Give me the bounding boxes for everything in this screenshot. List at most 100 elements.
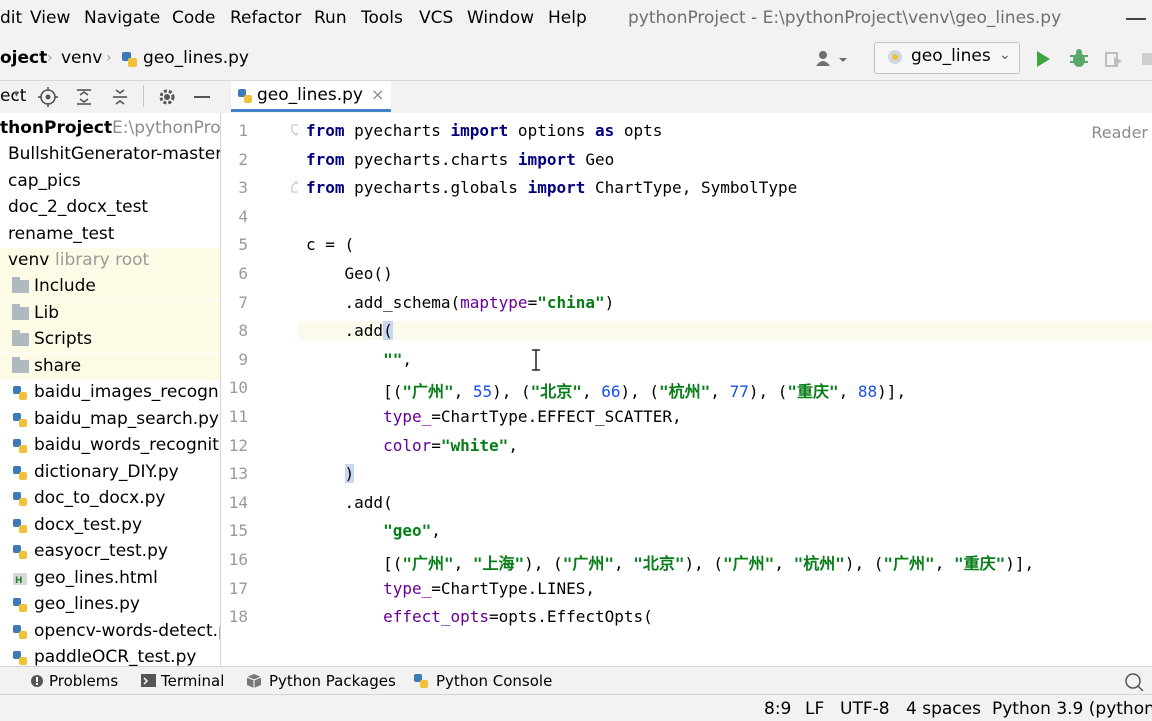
menu-refactor[interactable]: Refactor (230, 8, 301, 28)
python-file-icon (13, 386, 27, 400)
terminal-icon (141, 674, 156, 687)
close-icon[interactable]: × (371, 85, 384, 104)
breadcrumb-file[interactable]: geo_lines.py (143, 48, 249, 68)
code-line: "", (306, 350, 412, 369)
menu-window[interactable]: Window (467, 8, 534, 28)
tree-item-file[interactable]: docx_test.py (0, 513, 220, 539)
tree-item-folder[interactable]: Include (0, 274, 220, 300)
line-number: 12 (228, 435, 248, 455)
line-separator[interactable]: LF (805, 699, 824, 719)
menu-code[interactable]: Code (172, 8, 216, 28)
tree-item-file[interactable]: easyocr_test.py (0, 539, 220, 565)
line-number: 3 (238, 178, 248, 198)
code-token: )], (877, 382, 907, 402)
tree-item-file[interactable]: baidu_images_recognit (0, 380, 220, 406)
code-token: , (453, 382, 473, 402)
line-number: 8 (238, 321, 248, 341)
tree-item-file[interactable]: baidu_map_search.py (0, 407, 220, 433)
tree-item-file[interactable]: baidu_words_recognitic (0, 433, 220, 459)
code-token: type_ (383, 407, 432, 426)
locate-icon[interactable] (38, 87, 58, 107)
folder-icon (12, 357, 29, 373)
event-log-icon[interactable] (1124, 673, 1144, 691)
python-file-icon (13, 519, 27, 533)
menu-run[interactable]: Run (314, 8, 347, 28)
tree-item-file[interactable]: geo_lines.py (0, 592, 220, 618)
tree-item-file[interactable]: opencv-words-detect.p (0, 619, 220, 645)
tree-item-folder[interactable]: BullshitGenerator-master (0, 142, 220, 168)
tree-item-file[interactable]: dictionary_DIY.py (0, 460, 220, 486)
stop-icon[interactable] (1140, 51, 1152, 67)
code-token: from (306, 121, 345, 140)
hide-panel-icon[interactable] (194, 96, 210, 98)
debug-icon[interactable] (1068, 47, 1090, 69)
caret-position[interactable]: 8:9 (764, 699, 791, 719)
collapse-all-icon[interactable] (110, 87, 130, 107)
tree-item-folder[interactable]: Lib (0, 301, 220, 327)
run-configuration-selector[interactable]: geo_lines ⌄ (874, 42, 1020, 74)
menu-navigate[interactable]: Navigate (84, 8, 160, 28)
reader-mode-button[interactable]: Reader (1091, 123, 1148, 142)
code-token: ( (383, 321, 393, 341)
tree-item-file[interactable]: paddleOCR_test.py (0, 645, 220, 666)
tree-item-folder[interactable]: Scripts (0, 327, 220, 353)
code-token: [( (306, 382, 403, 402)
tree-item-project-root[interactable]: thonProject E:\pythonProj (0, 116, 220, 142)
expand-all-icon[interactable] (74, 87, 94, 107)
run-icon[interactable] (1034, 49, 1052, 69)
tree-item-label: doc_2_docx_test (8, 197, 149, 217)
tab-problems[interactable]: Problems (49, 672, 118, 690)
code-token: , (402, 349, 412, 369)
minimize-icon[interactable] (1126, 18, 1146, 20)
code-line: effect_opts=opts.EffectOpts( (306, 607, 653, 626)
user-icon[interactable] (815, 50, 851, 68)
python-file-icon (13, 466, 27, 480)
tree-item-folder[interactable]: cap_pics (0, 169, 220, 195)
code-token: pyecharts (344, 121, 451, 140)
tree-item-folder[interactable]: rename_test (0, 222, 220, 248)
tree-item-folder[interactable]: doc_2_docx_test (0, 195, 220, 221)
tree-item-folder[interactable]: share (0, 354, 220, 380)
tab-terminal[interactable]: Terminal (161, 672, 224, 690)
code-token: from (306, 149, 345, 169)
html-file-icon: H (13, 573, 27, 586)
menu-view[interactable]: View (30, 8, 70, 28)
tree-item-label: Scripts (34, 329, 93, 349)
tree-item-label: venv (8, 250, 50, 270)
python-file-icon (13, 492, 27, 506)
python-file-icon (122, 52, 137, 67)
menu-tools[interactable]: Tools (361, 8, 403, 28)
code-token: from (306, 178, 345, 198)
menu-help[interactable]: Help (548, 8, 587, 28)
code-token: c = ( (306, 235, 355, 255)
tree-item-venv[interactable]: venv library root (0, 248, 220, 274)
code-line: c = ( (306, 235, 354, 254)
indentation[interactable]: 4 spaces (906, 699, 981, 719)
code-line: type_=ChartType.LINES, (306, 579, 595, 598)
code-editor[interactable]: Reader from pyecharts import options as … (298, 113, 1152, 666)
tab-python-console[interactable]: Python Console (436, 672, 552, 690)
tree-item-label: baidu_words_recognitic (34, 435, 221, 455)
gear-icon[interactable] (157, 87, 177, 107)
menu-vcs[interactable]: VCS (419, 8, 453, 28)
code-token: 55 (472, 382, 493, 402)
tree-item-file[interactable]: H geo_lines.html (0, 566, 220, 592)
tree-item-file[interactable]: doc_to_docx.py (0, 486, 220, 512)
python-config-icon (888, 50, 902, 64)
tree-item-label: geo_lines.py (34, 594, 140, 614)
code-token: "广州" (562, 554, 614, 573)
breadcrumb-project[interactable]: oject (0, 48, 47, 68)
python-interpreter[interactable]: Python 3.9 (pythonP (992, 699, 1152, 719)
coverage-icon[interactable] (1104, 49, 1124, 69)
breadcrumb-venv[interactable]: venv (61, 48, 102, 68)
code-token: =ChartType.EFFECT_SCATTER, (431, 407, 682, 426)
python-file-icon (238, 89, 252, 103)
code-token: =ChartType.LINES, (431, 578, 595, 598)
tab-geo-lines-py[interactable]: geo_lines.py × (231, 81, 391, 112)
file-encoding[interactable]: UTF-8 (840, 699, 890, 719)
menu-edit[interactable]: dit (0, 8, 22, 28)
line-number: 13 (228, 464, 248, 484)
tab-python-packages[interactable]: Python Packages (269, 672, 396, 690)
